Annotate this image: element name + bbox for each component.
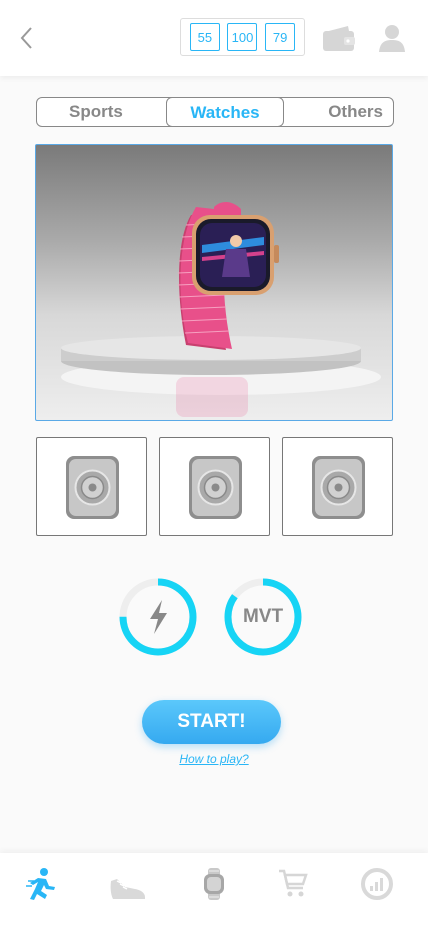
- mvt-gauge: MVT: [222, 576, 304, 658]
- counter-badge: 100: [227, 23, 258, 51]
- tab-sports[interactable]: Sports: [69, 98, 123, 126]
- nav-shop[interactable]: [271, 867, 315, 907]
- counter-badge: 55: [189, 23, 220, 51]
- mvt-gauge-label: MVT: [242, 606, 284, 627]
- tab-watches[interactable]: Watches: [166, 97, 284, 127]
- category-tabs: Sports Watches Others: [36, 97, 394, 127]
- nav-stats[interactable]: [355, 867, 399, 907]
- tab-others[interactable]: Others: [328, 98, 383, 126]
- watch-thumbnail-icon: [312, 456, 365, 519]
- watch-thumbnail-icon: [66, 456, 119, 519]
- start-button[interactable]: START!: [142, 700, 281, 744]
- product-image: [35, 144, 393, 421]
- counter-badge: 79: [265, 23, 296, 51]
- sneaker-icon: [110, 879, 145, 899]
- nav-run[interactable]: [19, 867, 63, 907]
- cart-icon: [279, 869, 308, 897]
- energy-gauge: [117, 576, 199, 658]
- wallet-icon[interactable]: [322, 24, 356, 52]
- energy-gauge-label: [117, 576, 199, 658]
- bottom-nav: [0, 853, 428, 926]
- thumbnail-3[interactable]: [282, 437, 393, 536]
- back-arrow-icon[interactable]: [18, 26, 38, 50]
- top-bar: 55 100 79: [0, 0, 428, 76]
- watch-thumbnail-icon: [189, 456, 242, 519]
- watch-icon: [204, 868, 224, 900]
- profile-icon[interactable]: [378, 23, 406, 53]
- nav-watch[interactable]: [192, 867, 236, 907]
- runner-icon: [26, 868, 55, 900]
- stats-icon: [361, 868, 393, 900]
- thumbnail-2[interactable]: [159, 437, 270, 536]
- counter-group: 55 100 79: [180, 18, 305, 56]
- thumbnail-1[interactable]: [36, 437, 147, 536]
- how-to-play-link[interactable]: How to play?: [0, 752, 428, 766]
- nav-sneakers[interactable]: [105, 867, 149, 907]
